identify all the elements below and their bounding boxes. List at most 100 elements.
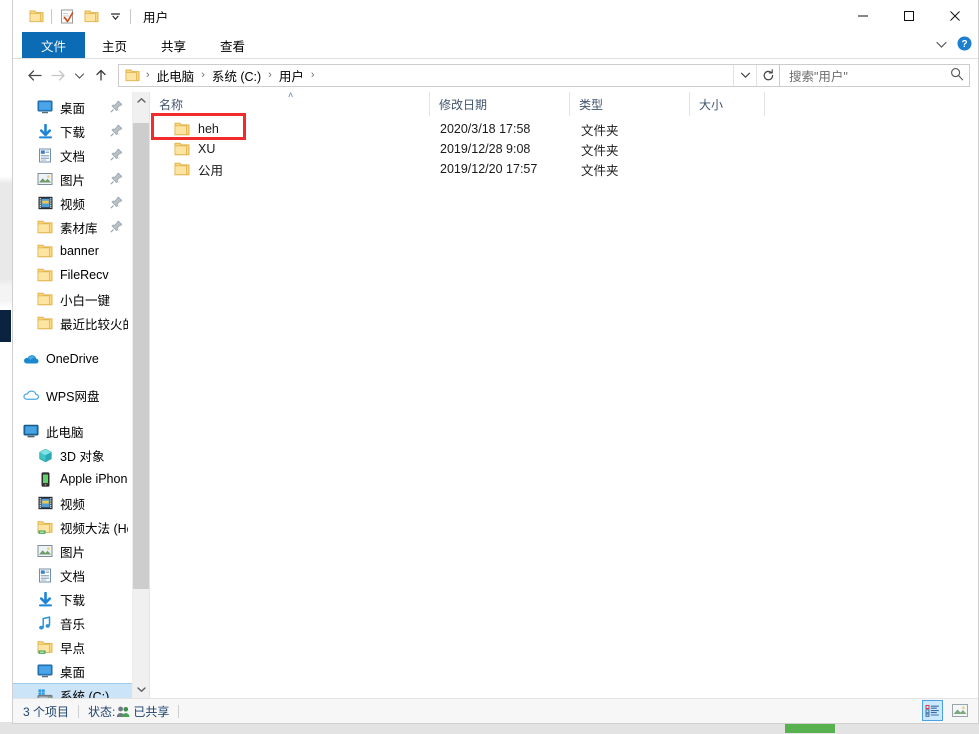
tab-file[interactable]: 文件 bbox=[22, 32, 85, 58]
column-header-type[interactable]: 类型 bbox=[570, 92, 690, 116]
breadcrumb-item-1[interactable]: 系统 (C:) bbox=[209, 66, 264, 85]
column-header-size[interactable]: 大小 bbox=[690, 92, 765, 116]
sidebar-item-3D 对象[interactable]: 3D 对象 bbox=[13, 443, 132, 467]
forward-button[interactable] bbox=[46, 63, 69, 87]
tab-share[interactable]: 共享 bbox=[144, 32, 203, 58]
breadcrumb-separator-1[interactable]: › bbox=[197, 69, 209, 81]
tab-view[interactable]: 查看 bbox=[203, 32, 262, 58]
status-bar: 3 个项目 状态: 已共享 bbox=[13, 698, 978, 723]
sidebar-item-图片[interactable]: 图片 bbox=[13, 539, 132, 563]
file-name-label: XU bbox=[198, 142, 215, 156]
chevron-down-icon[interactable] bbox=[133, 681, 149, 698]
chevron-down-icon[interactable] bbox=[733, 65, 756, 86]
sidebar-item-早点[interactable]: 早点 bbox=[13, 635, 132, 659]
navigation-scrollbar[interactable] bbox=[132, 92, 149, 698]
table-row[interactable]: heh2020/3/18 17:58文件夹 bbox=[150, 119, 978, 139]
music-icon bbox=[37, 615, 53, 631]
chevron-down-icon[interactable] bbox=[103, 4, 127, 28]
folder-icon-2[interactable] bbox=[79, 4, 103, 28]
folder-icon[interactable] bbox=[24, 4, 48, 28]
pin-icon[interactable] bbox=[110, 100, 123, 113]
sidebar-item-label: 文档 bbox=[60, 566, 85, 585]
chevron-up-icon[interactable] bbox=[133, 92, 149, 109]
breadcrumb-separator-2[interactable]: › bbox=[264, 69, 276, 81]
large-icons-view-button[interactable] bbox=[949, 700, 970, 721]
cell-name[interactable]: heh bbox=[150, 122, 430, 136]
sidebar-item-下载[interactable]: 下载 bbox=[13, 119, 132, 143]
sidebar-item-图片[interactable]: 图片 bbox=[13, 167, 132, 191]
sidebar-item-banner[interactable]: banner bbox=[13, 239, 132, 263]
sidebar-item-Apple iPhone[interactable]: Apple iPhone bbox=[13, 467, 132, 491]
close-button[interactable] bbox=[932, 0, 978, 32]
breadcrumb-separator-3[interactable]: › bbox=[307, 69, 319, 81]
videos-icon bbox=[37, 495, 53, 511]
sidebar-item-WPS网盘[interactable]: WPS网盘 bbox=[13, 383, 132, 407]
pin-icon[interactable] bbox=[110, 196, 123, 209]
sidebar-item-label: 此电脑 bbox=[46, 422, 84, 441]
sidebar-item-label: 桌面 bbox=[60, 98, 85, 117]
breadcrumb-item-0[interactable]: 此电脑 bbox=[154, 66, 198, 85]
sidebar-item-label: 视频 bbox=[60, 194, 85, 213]
help-icon[interactable]: ? bbox=[957, 36, 972, 54]
sidebar-item-系统 (C:)[interactable]: 系统 (C:) bbox=[13, 683, 132, 698]
quick-access-toolbar: 用户 bbox=[13, 4, 168, 28]
column-header-size-label: 大小 bbox=[699, 96, 723, 113]
sidebar-item-此电脑[interactable]: 此电脑 bbox=[13, 419, 132, 443]
sidebar-item-文档[interactable]: 文档 bbox=[13, 563, 132, 587]
minimize-button[interactable] bbox=[840, 0, 886, 32]
pin-icon[interactable] bbox=[110, 220, 123, 233]
pin-icon[interactable] bbox=[110, 148, 123, 161]
pin-icon[interactable] bbox=[110, 172, 123, 185]
checked-document-icon[interactable] bbox=[55, 4, 79, 28]
sidebar-item-label: 最近比较火的iph bbox=[60, 314, 128, 333]
sidebar-item-FileRecv[interactable]: FileRecv bbox=[13, 263, 132, 287]
navigation-scroll-thumb[interactable] bbox=[133, 123, 149, 589]
cell-name[interactable]: XU bbox=[150, 142, 430, 156]
sidebar-item-label: WPS网盘 bbox=[46, 386, 99, 405]
sidebar-item-桌面[interactable]: 桌面 bbox=[13, 659, 132, 683]
sidebar-item-文档[interactable]: 文档 bbox=[13, 143, 132, 167]
details-view-button[interactable] bbox=[922, 700, 943, 721]
folder-icon bbox=[174, 122, 190, 136]
search-input[interactable]: 搜索"用户" bbox=[789, 66, 950, 85]
search-box[interactable]: 搜索"用户" bbox=[780, 64, 970, 87]
document-icon bbox=[37, 567, 53, 583]
sidebar-item-下载[interactable]: 下载 bbox=[13, 587, 132, 611]
sidebar-item-音乐[interactable]: 音乐 bbox=[13, 611, 132, 635]
sidebar-item-OneDrive[interactable]: OneDrive bbox=[13, 347, 132, 371]
sidebar-item-label: 下载 bbox=[60, 590, 85, 609]
qat-separator-1 bbox=[51, 9, 52, 24]
address-bar[interactable]: › 此电脑 › 系统 (C:) › 用户 › bbox=[118, 64, 780, 87]
column-header-date[interactable]: 修改日期 bbox=[430, 92, 570, 116]
sidebar-item-视频[interactable]: 视频 bbox=[13, 491, 132, 515]
recent-locations-button[interactable] bbox=[69, 63, 89, 87]
maximize-button[interactable] bbox=[886, 0, 932, 32]
pictures-icon bbox=[37, 543, 53, 559]
search-icon[interactable] bbox=[950, 67, 964, 84]
pin-icon[interactable] bbox=[110, 124, 123, 137]
folder-icon bbox=[37, 291, 53, 307]
tab-home[interactable]: 主页 bbox=[85, 32, 144, 58]
sidebar-item-最近比较火的iph[interactable]: 最近比较火的iph bbox=[13, 311, 132, 335]
sidebar-item-桌面[interactable]: 桌面 bbox=[13, 95, 132, 119]
download-icon bbox=[37, 123, 53, 139]
file-list-pane: 名称 ˄ 修改日期 类型 大小 heh2020/3/18 17:58文件夹XU2… bbox=[150, 92, 978, 698]
table-row[interactable]: 公用2019/12/20 17:57文件夹 bbox=[150, 159, 978, 179]
sidebar-item-素材库[interactable]: 素材库 bbox=[13, 215, 132, 239]
refresh-icon[interactable] bbox=[756, 65, 779, 86]
breadcrumb-separator-0[interactable]: › bbox=[142, 69, 154, 81]
up-button[interactable] bbox=[89, 63, 112, 87]
sidebar-item-label: 桌面 bbox=[60, 662, 85, 681]
breadcrumb: › 此电脑 › 系统 (C:) › 用户 › bbox=[119, 66, 733, 85]
table-row[interactable]: XU2019/12/28 9:08文件夹 bbox=[150, 139, 978, 159]
sidebar-item-视频大法 (Hc)[interactable]: 视频大法 (Hc) bbox=[13, 515, 132, 539]
sidebar-item-小白一键[interactable]: 小白一键 bbox=[13, 287, 132, 311]
sidebar-item-label: 早点 bbox=[60, 638, 85, 657]
sidebar-item-视频[interactable]: 视频 bbox=[13, 191, 132, 215]
back-button[interactable] bbox=[23, 63, 46, 87]
chevron-down-icon[interactable] bbox=[935, 38, 948, 52]
breadcrumb-item-2[interactable]: 用户 bbox=[276, 66, 307, 85]
drive-icon bbox=[37, 687, 53, 698]
column-header-name[interactable]: 名称 ˄ bbox=[150, 92, 430, 116]
cell-name[interactable]: 公用 bbox=[150, 160, 430, 179]
